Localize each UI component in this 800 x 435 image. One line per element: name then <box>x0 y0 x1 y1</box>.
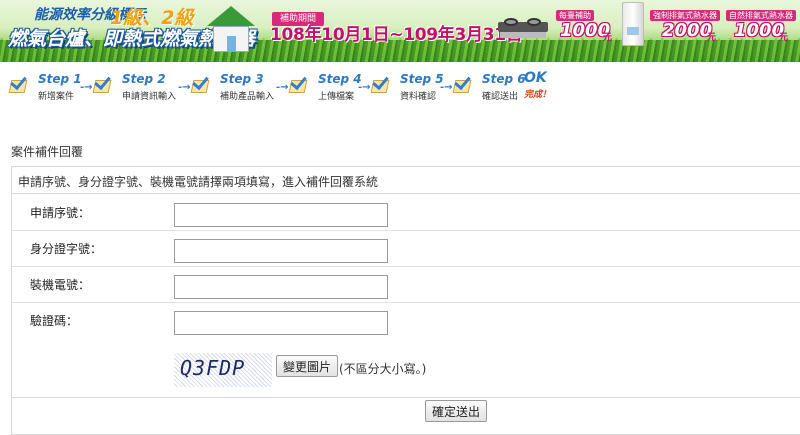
meter-no-input[interactable] <box>174 275 388 299</box>
section-title: 案件補件回覆 <box>11 145 84 159</box>
step-name: Step 6 <box>482 72 526 86</box>
house-icon <box>205 6 257 54</box>
checklist-icon <box>190 72 214 96</box>
captcha-image: Q3FDP <box>174 353 272 387</box>
captcha-input[interactable] <box>174 311 388 335</box>
form-row-id-number: 身分證字號： <box>12 231 800 267</box>
step-desc: 新增案件 <box>38 92 75 102</box>
arrow-right-icon: -→ <box>358 82 371 93</box>
step-desc: 確認送出 <box>482 92 519 102</box>
ok-sub-label: 完成！ <box>524 90 552 100</box>
arrow-right-icon: -→ <box>80 82 93 93</box>
application-no-label: 申請序號： <box>30 206 91 220</box>
arrow-right-icon: -→ <box>178 82 191 93</box>
captcha-image-row: Q3FDP 變更圖片 (不區分大小寫。) <box>12 342 800 398</box>
subsidy-unit-1: 元 <box>603 33 613 43</box>
case-insensitive-note: (不區分大小寫。) <box>339 362 427 376</box>
form-row-meter-no: 裝機電號： <box>12 267 800 303</box>
arrow-right-icon: -→ <box>440 82 453 93</box>
step-desc: 上傳檔案 <box>318 92 355 102</box>
subsidy-unit-3: 元 <box>779 33 789 43</box>
step-name: Step 1 <box>38 72 82 86</box>
form-notice: 申請序號、身分證字號、裝機電號請擇兩項填寫，進入補件回覆系統 <box>12 167 800 194</box>
step-name: Step 4 <box>318 72 362 86</box>
id-number-label: 身分證字號： <box>30 242 103 256</box>
progress-steps: Step 1 新增案件 -→ Step 2 申請資訊輸入 -→ Step 3 補… <box>8 70 568 104</box>
step-desc: 資料確認 <box>400 92 437 102</box>
change-image-button[interactable]: 變更圖片 <box>276 355 339 377</box>
submit-button[interactable]: 確定送出 <box>425 400 488 422</box>
captcha-label: 驗證碼： <box>30 314 79 328</box>
application-no-input[interactable] <box>174 203 388 227</box>
form-row-captcha: 驗證碼： <box>12 303 800 339</box>
banner-period: 108年10月1日~109年3月31日 <box>270 25 523 45</box>
checklist-icon <box>370 72 394 96</box>
ok-label: OK <box>524 70 547 86</box>
gas-stove-icon <box>498 16 548 38</box>
water-heater-icon <box>622 2 644 46</box>
step-name: Step 2 <box>122 72 166 86</box>
id-number-input[interactable] <box>174 239 388 263</box>
checklist-icon <box>452 72 476 96</box>
checklist-icon <box>288 72 312 96</box>
subsidy-amount-2: 2000 <box>662 20 713 41</box>
promo-banner: 能源效率分級標示 1級、2級 燃氣台爐、即熱式燃氣熱水器 補助期間 108年10… <box>0 0 800 62</box>
step-desc: 補助產品輸入 <box>220 92 275 102</box>
subsidy-amount-3: 1000 <box>734 20 785 41</box>
step-name: Step 5 <box>400 72 444 86</box>
step-desc: 申請資訊輸入 <box>122 92 177 102</box>
form-row-application-no: 申請序號： <box>12 195 800 231</box>
step-name: Step 3 <box>220 72 264 86</box>
subsidy-unit-2: 元 <box>707 33 717 43</box>
ok-complete: OK 完成！ <box>524 70 551 100</box>
checklist-icon <box>8 72 32 96</box>
reply-form: 申請序號、身分證字號、裝機電號請擇兩項填寫，進入補件回覆系統 申請序號： 身分證… <box>11 166 800 435</box>
meter-no-label: 裝機電號： <box>30 278 91 292</box>
arrow-right-icon: -→ <box>276 82 289 93</box>
captcha-code: Q3FDP <box>180 356 246 380</box>
checklist-icon <box>92 72 116 96</box>
